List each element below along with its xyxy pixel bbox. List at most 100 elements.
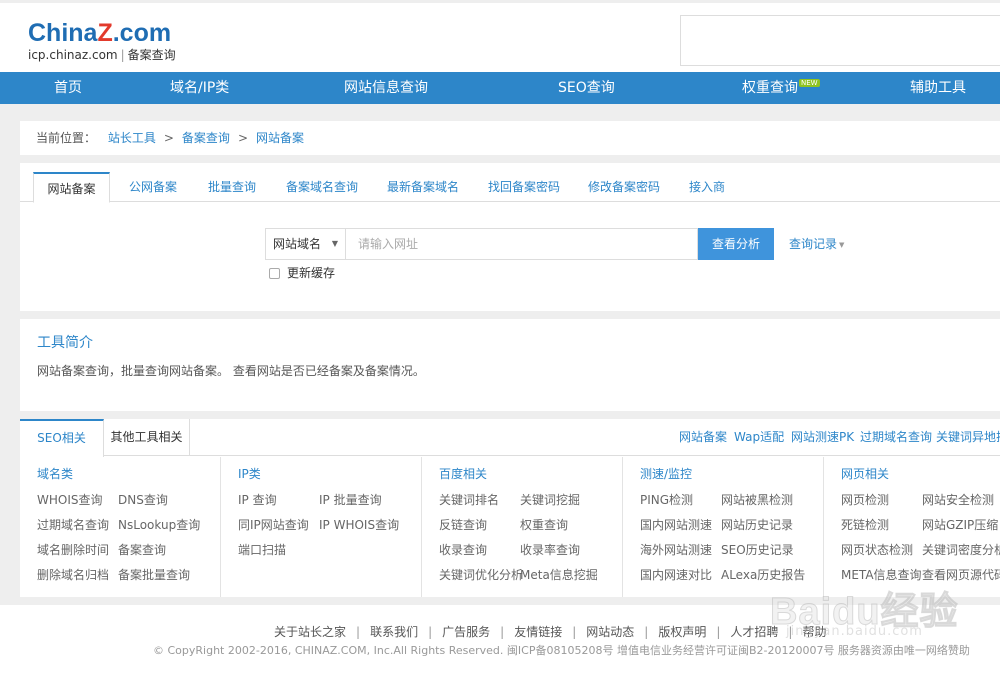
quick-link[interactable]: 过期域名查询 xyxy=(860,419,932,456)
nav-item-weight[interactable]: 权重查询 NEW xyxy=(742,72,820,104)
tab-seo-related[interactable]: SEO相关 xyxy=(20,419,104,457)
tool-link[interactable]: 域名删除时间 xyxy=(37,543,109,557)
site-header: ChinaZ.com icp.chinaz.com | 备案查询 xyxy=(0,0,1000,72)
tool-link[interactable]: 网页状态检测 xyxy=(841,543,913,557)
tool-link[interactable]: 查看网页源代码 xyxy=(922,568,1000,582)
footer-link[interactable]: 联系我们 xyxy=(370,625,418,639)
tool-link[interactable]: 权重查询 xyxy=(520,518,568,532)
logo-separator: | xyxy=(120,48,125,62)
quick-link[interactable]: 网站备案 xyxy=(679,419,727,456)
tool-link[interactable]: 海外网站测速 xyxy=(640,543,712,557)
footer-divider: | xyxy=(500,625,505,639)
footer-link[interactable]: 人才招聘 xyxy=(730,625,778,639)
tab-access-provider[interactable]: 接入商 xyxy=(689,172,725,202)
tool-link[interactable]: 关键词优化分析 xyxy=(439,568,523,582)
footer-link[interactable]: 版权声明 xyxy=(658,625,706,639)
tool-link[interactable]: 网页检测 xyxy=(841,493,889,507)
analyze-button[interactable]: 查看分析 xyxy=(698,228,774,260)
column-title: 网页相关 xyxy=(841,467,890,481)
footer-divider: | xyxy=(644,625,649,639)
refresh-cache-label: 更新缓存 xyxy=(287,266,336,280)
tool-link[interactable]: 端口扫描 xyxy=(238,543,286,557)
tool-link[interactable]: ALexa历史报告 xyxy=(721,568,805,582)
tool-link[interactable]: 收录查询 xyxy=(439,543,487,557)
tool-link[interactable]: SEO历史记录 xyxy=(721,543,794,557)
tool-link[interactable]: 死链检测 xyxy=(841,518,889,532)
tool-link[interactable]: 删除域名归档 xyxy=(37,568,109,582)
tool-link[interactable]: META信息查询 xyxy=(841,568,922,582)
tool-link[interactable]: 收录率查询 xyxy=(520,543,580,557)
footer-link[interactable]: 帮助 xyxy=(802,625,826,639)
footer-link[interactable]: 广告服务 xyxy=(442,625,490,639)
nav-item-domain-ip[interactable]: 域名/IP类 xyxy=(170,72,229,104)
related-tabs: SEO相关 其他工具相关 网站备案 Wap适配 网站测速PK 过期域名查询 关键… xyxy=(20,419,1000,457)
footer-link[interactable]: 网站动态 xyxy=(586,625,634,639)
caret-down-icon: ▼ xyxy=(839,240,845,249)
select-value: 网站域名 xyxy=(273,237,322,251)
tool-link[interactable]: 同IP网站查询 xyxy=(238,518,309,532)
breadcrumb-link-icp[interactable]: 备案查询 xyxy=(182,131,230,145)
tab-icp-domain-query[interactable]: 备案域名查询 xyxy=(286,172,358,202)
breadcrumb-link-tools[interactable]: 站长工具 xyxy=(108,131,156,145)
query-history-dropdown[interactable]: 查询记录 ▼ xyxy=(789,228,844,261)
tab-recover-password[interactable]: 找回备案密码 xyxy=(488,172,560,202)
logo-wordmark: ChinaZ.com xyxy=(28,20,176,46)
breadcrumb-separator: > xyxy=(163,131,174,145)
header-ad-box xyxy=(680,15,1000,66)
tab-change-password[interactable]: 修改备案密码 xyxy=(588,172,660,202)
logo-subtitle: icp.chinaz.com | 备案查询 xyxy=(28,48,176,62)
refresh-cache-checkbox[interactable] xyxy=(269,268,280,279)
nav-item-tools[interactable]: 辅助工具 xyxy=(910,72,966,104)
footer-link[interactable]: 关于站长之家 xyxy=(274,625,346,639)
url-input[interactable] xyxy=(345,228,698,260)
refresh-cache-option[interactable]: 更新缓存 xyxy=(269,266,335,280)
nav-label: 权重查询 xyxy=(742,80,798,96)
breadcrumb-link-site-icp[interactable]: 网站备案 xyxy=(256,131,304,145)
site-footer: 关于站长之家 | 联系我们 | 广告服务 | 友情链接 | 网站动态 | 版权声明 | 人才招聘 | 帮助 … xyxy=(0,605,1000,678)
related-tools: SEO相关 其他工具相关 网站备案 Wap适配 网站测速PK 过期域名查询 关键… xyxy=(20,419,1000,597)
tool-link[interactable]: 网站被黑检测 xyxy=(721,493,793,507)
nav-item-home[interactable]: 首页 xyxy=(54,72,82,104)
tab-site-icp[interactable]: 网站备案 xyxy=(33,172,110,203)
tool-link[interactable]: 关键词挖掘 xyxy=(520,493,580,507)
tool-link[interactable]: IP 查询 xyxy=(238,493,277,507)
breadcrumb: 当前位置： 站长工具 > 备案查询 > 网站备案 xyxy=(20,121,1000,155)
tool-link[interactable]: 国内网站测速 xyxy=(640,518,712,532)
intro-text: 网站备案查询，批量查询网站备案。 查看网站是否已经备案及备案情况。 xyxy=(37,364,425,378)
tab-batch-query[interactable]: 批量查询 xyxy=(208,172,256,202)
tab-latest-icp-domains[interactable]: 最新备案域名 xyxy=(387,172,459,202)
tool-link[interactable]: NsLookup查询 xyxy=(118,518,200,532)
tool-link[interactable]: IP WHOIS查询 xyxy=(319,518,399,532)
column-title: 测速/监控 xyxy=(640,467,693,481)
quick-link[interactable]: 网站测速PK xyxy=(791,419,854,456)
tool-link[interactable]: 备案批量查询 xyxy=(118,568,190,582)
tool-link[interactable]: DNS查询 xyxy=(118,493,168,507)
tool-link[interactable]: 网站安全检测 xyxy=(922,493,994,507)
nav-item-seo[interactable]: SEO查询 xyxy=(558,72,615,104)
tool-link[interactable]: 网站历史记录 xyxy=(721,518,793,532)
tool-link[interactable]: WHOIS查询 xyxy=(37,493,103,507)
nav-item-site-info[interactable]: 网站信息查询 xyxy=(344,72,428,104)
tool-link[interactable]: 备案查询 xyxy=(118,543,166,557)
tool-link[interactable]: 关键词排名 xyxy=(439,493,499,507)
new-badge: NEW xyxy=(799,79,820,87)
tab-public-security[interactable]: 公网备案 xyxy=(129,172,177,202)
tool-link[interactable]: Meta信息挖掘 xyxy=(520,568,598,582)
chinaz-logo[interactable]: ChinaZ.com icp.chinaz.com | 备案查询 xyxy=(28,20,176,62)
tool-link[interactable]: 国内网速对比 xyxy=(640,568,712,582)
tool-link[interactable]: 关键词密度分析 xyxy=(922,543,1000,557)
quick-link[interactable]: 关键词异地排 xyxy=(936,419,1000,456)
footer-link[interactable]: 友情链接 xyxy=(514,625,562,639)
tool-link[interactable]: 网站GZIP压缩 xyxy=(922,518,998,532)
tool-link[interactable]: PING检测 xyxy=(640,493,693,507)
query-type-select[interactable]: 网站域名 ▼ xyxy=(265,228,346,260)
quick-link[interactable]: Wap适配 xyxy=(734,419,784,456)
search-panel: 网站备案 公网备案 批量查询 备案域名查询 最新备案域名 找回备案密码 修改备案… xyxy=(20,163,1000,311)
tool-link[interactable]: 过期域名查询 xyxy=(37,518,109,532)
footer-divider: | xyxy=(788,625,793,639)
logo-text-z: Z xyxy=(97,19,113,47)
tool-link[interactable]: IP 批量查询 xyxy=(319,493,382,507)
tab-other-tools[interactable]: 其他工具相关 xyxy=(104,419,190,456)
main-nav: 首页 域名/IP类 网站信息查询 SEO查询 权重查询 NEW 辅助工具 xyxy=(0,72,1000,104)
tool-link[interactable]: 反链查询 xyxy=(439,518,487,532)
